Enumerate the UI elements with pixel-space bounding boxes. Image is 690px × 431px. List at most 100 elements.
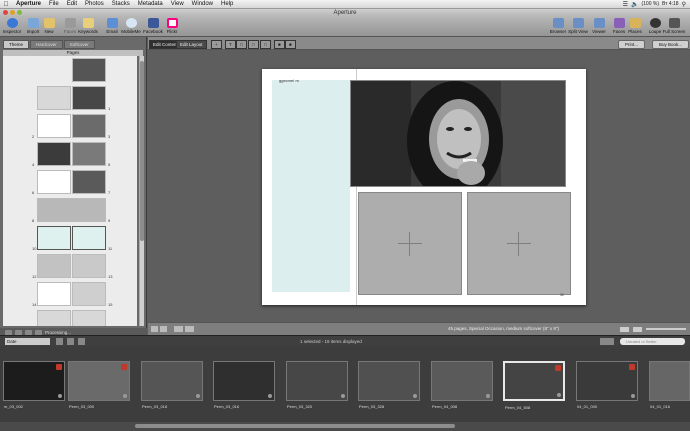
menu-file[interactable]: File <box>45 1 63 7</box>
film-thumb[interactable]: Perm_03_328 <box>358 361 420 409</box>
places-button[interactable]: Places <box>626 18 644 34</box>
scrollbar-thumb[interactable] <box>140 61 144 241</box>
page-thumb[interactable] <box>72 254 106 278</box>
next-page-button[interactable] <box>160 326 167 332</box>
page-thumb[interactable] <box>37 282 71 306</box>
edit-layout-tab[interactable]: Edit Layout <box>176 40 207 49</box>
pages-scrollbar[interactable] <box>139 56 144 326</box>
battery-status[interactable]: (100 %) <box>641 1 659 7</box>
zoom-slider[interactable] <box>646 328 686 330</box>
menu-metadata[interactable]: Metadata <box>134 1 167 7</box>
menu-photos[interactable]: Photos <box>81 1 108 7</box>
previous-page-button[interactable] <box>151 326 158 332</box>
page-thumb[interactable] <box>72 282 106 306</box>
empty-photo-box-right[interactable] <box>467 192 571 295</box>
page-thumb-selected[interactable] <box>37 226 71 250</box>
arrange-front-button[interactable]: ■ <box>274 40 285 49</box>
menu-help[interactable]: Help <box>217 1 237 7</box>
text-tool-button[interactable]: T <box>225 40 236 49</box>
inspector-button[interactable]: Inspector <box>3 18 21 34</box>
menu-aperture[interactable]: Aperture <box>12 1 45 7</box>
apple-menu-icon[interactable]:  <box>0 1 12 8</box>
film-thumb[interactable]: Perm_03_016 <box>213 361 275 409</box>
buy-book-button[interactable]: Buy Book... <box>652 40 690 49</box>
left-page[interactable] <box>272 80 350 292</box>
page-thumb[interactable] <box>37 254 71 278</box>
page-thumb-selected[interactable] <box>72 226 106 250</box>
menu-edit[interactable]: Edit <box>63 1 81 7</box>
film-thumb[interactable]: Perm_03_000 <box>68 361 130 409</box>
page-thumb[interactable] <box>72 86 106 110</box>
film-thumb[interactable]: Perm_03_320 <box>286 361 348 409</box>
list-view-button[interactable] <box>78 338 85 345</box>
full-screen-button[interactable]: Full Screen <box>663 18 685 34</box>
facebook-button[interactable]: Facebook <box>143 18 163 34</box>
thumbnail-view-button[interactable] <box>620 327 629 332</box>
film-thumb[interactable]: 04_01_000 <box>576 361 638 409</box>
page-thumb[interactable] <box>37 310 71 326</box>
sort-select[interactable]: Date <box>5 338 50 345</box>
film-thumb[interactable]: m_03_002 <box>3 361 65 409</box>
split-view-button[interactable]: Split View <box>568 18 588 34</box>
page-number: 9 <box>108 218 111 223</box>
page-thumb-cover[interactable] <box>72 58 106 82</box>
page-view-button[interactable] <box>633 327 642 332</box>
clock[interactable]: Вт 4:18 <box>662 1 679 7</box>
add-text-box-button[interactable]: + <box>211 40 222 49</box>
info-dot <box>557 393 561 397</box>
print-button[interactable]: Print... <box>618 40 646 49</box>
arrange-back-button[interactable]: ■ <box>285 40 296 49</box>
wifi-icon[interactable]: ☰ <box>623 1 628 8</box>
page-thumb[interactable] <box>37 86 71 110</box>
search-filter-field[interactable]: Unrated or Better <box>620 338 685 345</box>
view-options-button[interactable] <box>185 326 194 332</box>
menu-window[interactable]: Window <box>188 1 217 7</box>
new-button[interactable]: New <box>40 18 58 34</box>
tab-hardcover[interactable]: Hardcover <box>30 40 63 49</box>
volume-icon[interactable]: 🔈 <box>631 1 638 8</box>
page-thumb[interactable] <box>72 170 106 194</box>
email-button[interactable]: Email <box>103 18 121 34</box>
tab-softcover[interactable]: Softcover <box>63 40 95 49</box>
keywords-button[interactable]: Keywords <box>78 18 98 34</box>
tab-theme[interactable]: Theme <box>3 40 30 49</box>
minimize-window-icon[interactable] <box>10 10 15 15</box>
loupe-button[interactable]: Loupe <box>646 18 664 34</box>
close-window-icon[interactable] <box>3 10 8 15</box>
spotlight-icon[interactable]: ⚲ <box>682 1 686 8</box>
adjusted-badge <box>121 364 127 370</box>
film-thumb[interactable]: Perm_03_018 <box>141 361 203 409</box>
page-thumb[interactable] <box>37 114 71 138</box>
sort-order-button[interactable] <box>56 338 63 345</box>
layout-tool-button[interactable]: □ <box>236 40 247 49</box>
main-photo-box[interactable] <box>350 80 566 187</box>
flickr-button[interactable]: Flickr <box>163 18 181 34</box>
scrollbar-thumb[interactable] <box>135 424 455 428</box>
page-thumb[interactable] <box>72 114 106 138</box>
viewer-button[interactable]: Viewer <box>590 18 608 34</box>
page-thumb[interactable] <box>72 142 106 166</box>
menu-view[interactable]: View <box>167 1 188 7</box>
page-thumb[interactable] <box>72 310 106 326</box>
faces-tool-button[interactable]: Faces <box>61 18 79 34</box>
photo-box-button[interactable]: □ <box>248 40 259 49</box>
zoom-window-icon[interactable] <box>17 10 22 15</box>
browser-button[interactable]: Browser <box>549 18 567 34</box>
filmstrip-scrollbar[interactable] <box>0 422 690 431</box>
page-thumb[interactable] <box>37 142 71 166</box>
caption-text[interactable]: ggecme! m <box>279 78 299 83</box>
page-thumb-spread[interactable] <box>37 198 106 222</box>
page-thumb[interactable] <box>37 170 71 194</box>
filter-button[interactable] <box>600 338 614 345</box>
film-thumb[interactable]: Perm_04_008 <box>431 361 493 409</box>
zoom-button[interactable] <box>174 326 183 332</box>
menu-stacks[interactable]: Stacks <box>108 1 134 7</box>
empty-photo-box-left[interactable] <box>358 192 462 295</box>
film-thumb[interactable]: 04_01_016 <box>649 361 690 409</box>
mobileme-button[interactable]: MobileMe <box>121 18 141 34</box>
faces-icon <box>64 18 76 28</box>
map-box-button[interactable]: □ <box>260 40 271 49</box>
grid-view-button[interactable] <box>67 338 74 345</box>
pages-list[interactable]: 1 2 3 4 5 6 7 8 9 10 11 12 13 14 15 <box>3 56 137 326</box>
film-thumb-selected[interactable]: Perm_04_508 <box>503 361 565 410</box>
